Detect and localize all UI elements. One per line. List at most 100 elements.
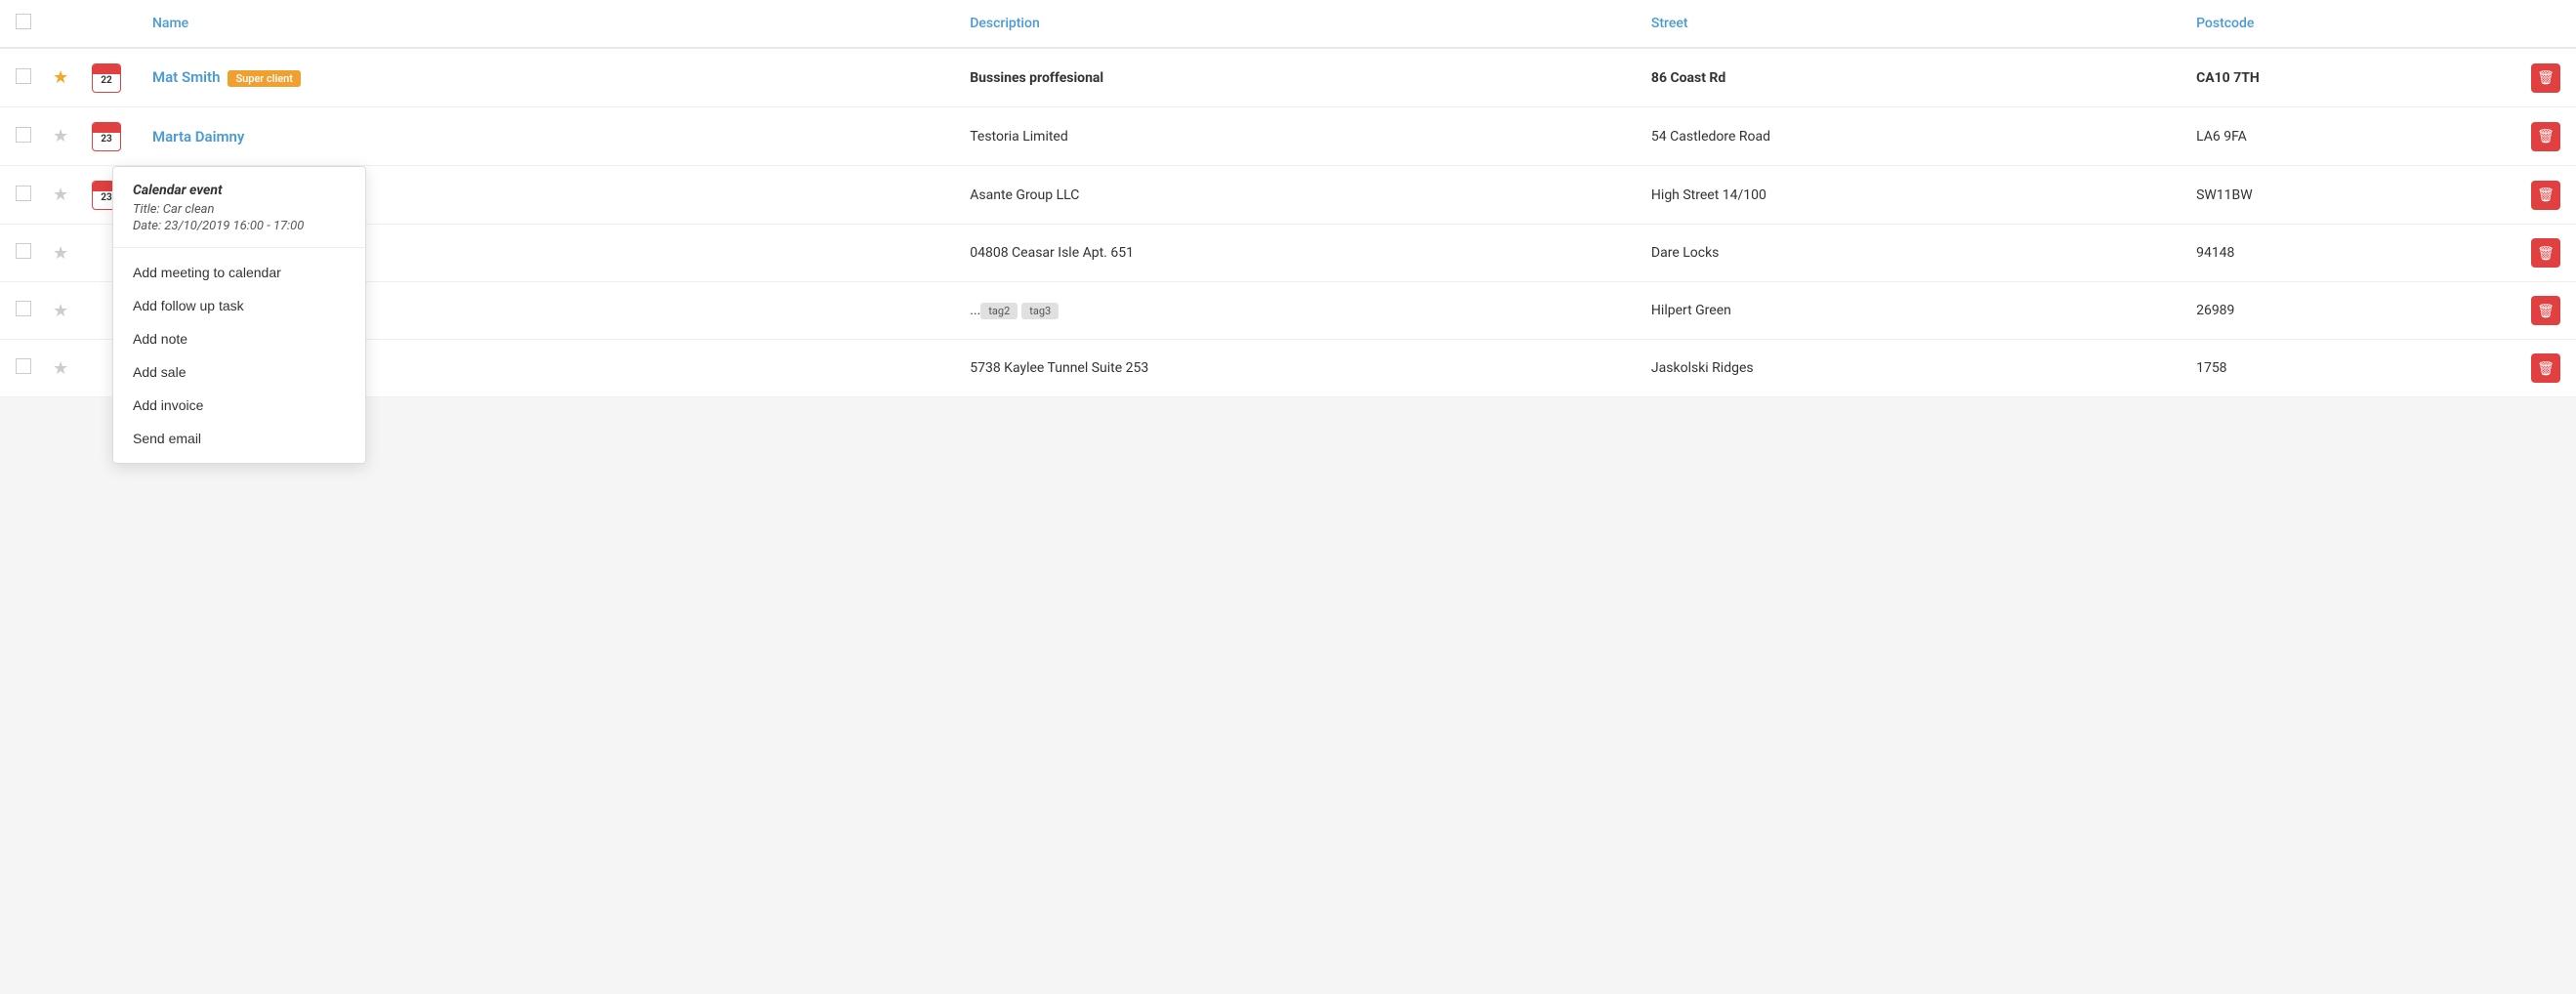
row-action-cell: 🗑 — [2508, 340, 2576, 397]
tooltip-action-add-invoice[interactable]: Add invoice — [113, 389, 365, 422]
table-header-row: Name Description Street Postcode — [0, 0, 2576, 48]
row-action-cell: 🗑 — [2508, 48, 2576, 107]
row-postcode-cell: LA6 9FA — [2181, 107, 2508, 166]
star-icon[interactable]: ★ — [53, 358, 68, 379]
star-icon[interactable]: ★ — [53, 185, 68, 205]
header-actions-col — [2508, 0, 2576, 48]
table-row: ★ 5738 Kaylee Tunnel Suite 253Jaskolski R… — [0, 340, 2576, 397]
row-street-cell: 54 Castledore Road — [1636, 107, 2181, 166]
row-checkbox[interactable] — [16, 301, 31, 316]
trash-icon: 🗑 — [2537, 360, 2555, 377]
row-tag-prefix: ... — [970, 303, 980, 318]
row-description-cell: Testoria Limited — [954, 107, 1636, 166]
row-street-cell: Jaskolski Ridges — [1636, 340, 2181, 397]
star-icon[interactable]: ★ — [53, 301, 68, 321]
tooltip-event-title: Calendar event — [133, 183, 346, 198]
row-postcode-cell: 26989 — [2181, 282, 2508, 340]
delete-button[interactable]: 🗑 — [2531, 181, 2560, 210]
row-checkbox-cell — [0, 166, 49, 225]
row-description-cell: ...tag2tag3 — [954, 282, 1636, 340]
tooltip-action-add-meeting-to-calendar[interactable]: Add meeting to calendar — [113, 256, 365, 289]
table-row: ★ 04808 Ceasar Isle Apt. 651Dare Locks941… — [0, 225, 2576, 282]
row-name-cell: Mat Smith Super client — [137, 48, 954, 107]
header-calendar-col — [88, 0, 137, 48]
row-checkbox[interactable] — [16, 358, 31, 374]
row-checkbox[interactable] — [16, 186, 31, 201]
row-calendar-cell: 22 — [88, 48, 137, 107]
delete-button[interactable]: 🗑 — [2531, 353, 2560, 383]
star-icon[interactable]: ★ — [53, 126, 68, 146]
tooltip-title-value: Car clean — [163, 202, 215, 217]
row-checkbox[interactable] — [16, 127, 31, 143]
row-description-cell: Asante Group LLC — [954, 166, 1636, 225]
page-wrapper: Name Description Street Postcode ★ 22 Mat … — [0, 0, 2576, 994]
delete-button[interactable]: 🗑 — [2531, 238, 2560, 268]
row-checkbox-cell — [0, 48, 49, 107]
tooltip-date-value: 23/10/2019 16:00 - 17:00 — [164, 219, 304, 233]
contact-name-link[interactable]: Mat Smith — [152, 68, 220, 86]
trash-icon: 🗑 — [2537, 245, 2555, 262]
header-street: Street — [1636, 0, 2181, 48]
row-description-cell: Bussines proffesional — [954, 48, 1636, 107]
table-body: ★ 22 Mat Smith Super client Bussines proffes… — [0, 48, 2576, 397]
delete-button[interactable]: 🗑 — [2531, 63, 2560, 93]
row-checkbox[interactable] — [16, 68, 31, 84]
row-checkbox-cell — [0, 225, 49, 282]
row-action-cell: 🗑 — [2508, 282, 2576, 340]
row-checkbox-cell — [0, 282, 49, 340]
tooltip-action-add-follow-up-task[interactable]: Add follow up task — [113, 289, 365, 322]
row-description-cell: 04808 Ceasar Isle Apt. 651 — [954, 225, 1636, 282]
tooltip-action-add-note[interactable]: Add note — [113, 322, 365, 355]
star-icon[interactable]: ★ — [53, 67, 68, 88]
tooltip-title-line: Title: Car clean — [133, 202, 346, 217]
select-all-checkbox[interactable] — [16, 14, 31, 29]
header-postcode: Postcode — [2181, 0, 2508, 48]
row-postcode-cell: SW11BW — [2181, 166, 2508, 225]
calendar-icon[interactable]: 22 — [92, 63, 121, 93]
table-row: ★ ...tag2tag3Hilpert Green26989 🗑 — [0, 282, 2576, 340]
row-action-cell: 🗑 — [2508, 225, 2576, 282]
header-name: Name — [137, 0, 954, 48]
delete-button[interactable]: 🗑 — [2531, 122, 2560, 151]
row-action-cell: 🗑 — [2508, 166, 2576, 225]
calendar-icon[interactable]: 23 — [92, 122, 121, 151]
row-postcode-cell: 1758 — [2181, 340, 2508, 397]
row-star-cell: ★ — [49, 107, 88, 166]
row-street-cell: Hilpert Green — [1636, 282, 2181, 340]
row-star-cell: ★ — [49, 225, 88, 282]
tooltip-date-label: Date: — [133, 219, 161, 233]
trash-icon: 🗑 — [2537, 69, 2555, 86]
row-description-cell: 5738 Kaylee Tunnel Suite 253 — [954, 340, 1636, 397]
tooltip-action-send-email[interactable]: Send email — [113, 422, 365, 455]
row-star-cell: ★ — [49, 48, 88, 107]
row-calendar-cell: 23 — [88, 107, 137, 166]
contacts-table: Name Description Street Postcode ★ 22 Mat … — [0, 0, 2576, 397]
tooltip-actions: Add meeting to calendarAdd follow up tas… — [113, 248, 365, 455]
header-star-col — [49, 0, 88, 48]
row-action-cell: 🗑 — [2508, 107, 2576, 166]
row-checkbox[interactable] — [16, 243, 31, 259]
table-row: ★ 22 Mat Smith Super client Bussines proffes… — [0, 48, 2576, 107]
table-row: ★23Martin KowalskyVIPAsante Group LLCHig… — [0, 166, 2576, 225]
tooltip-event-info: Calendar event Title: Car clean Date: 23… — [113, 183, 365, 248]
tooltip-action-add-sale[interactable]: Add sale — [113, 355, 365, 389]
trash-icon: 🗑 — [2537, 303, 2555, 319]
calendar-tooltip-popup: Calendar event Title: Car clean Date: 23… — [112, 166, 366, 464]
star-icon[interactable]: ★ — [53, 243, 68, 264]
row-name-cell: Marta Daimny — [137, 107, 954, 166]
contact-name-link[interactable]: Marta Daimny — [152, 128, 244, 145]
row-postcode-cell: CA10 7TH — [2181, 48, 2508, 107]
contact-badge: Super client — [228, 70, 301, 87]
row-star-cell: ★ — [49, 166, 88, 225]
row-star-cell: ★ — [49, 340, 88, 397]
row-street-cell: 86 Coast Rd — [1636, 48, 2181, 107]
delete-button[interactable]: 🗑 — [2531, 296, 2560, 325]
trash-icon: 🗑 — [2537, 186, 2555, 203]
contacts-table-container: Name Description Street Postcode ★ 22 Mat … — [0, 0, 2576, 397]
row-street-cell: Dare Locks — [1636, 225, 2181, 282]
trash-icon: 🗑 — [2537, 128, 2555, 145]
row-postcode-cell: 94148 — [2181, 225, 2508, 282]
row-street-cell: High Street 14/100 — [1636, 166, 2181, 225]
header-description: Description — [954, 0, 1636, 48]
tooltip-date-line: Date: 23/10/2019 16:00 - 17:00 — [133, 219, 346, 233]
